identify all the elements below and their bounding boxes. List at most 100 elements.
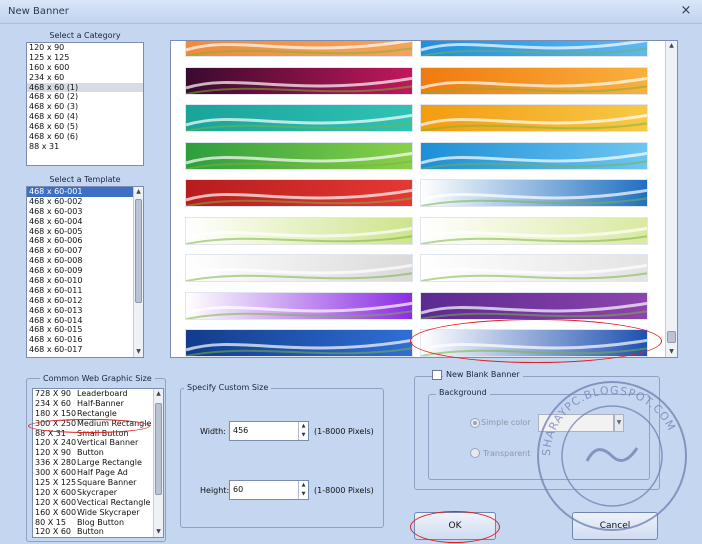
category-item[interactable]: 468 x 60 (2) <box>27 92 143 102</box>
template-item[interactable]: 468 x 60-007 <box>27 246 133 256</box>
common-size-item[interactable]: 728 X 90 Leaderboard <box>33 389 153 399</box>
common-size-item[interactable]: 125 X 125Square Banner <box>33 478 153 488</box>
scroll-thumb[interactable] <box>135 199 142 303</box>
common-size-name: Blog Button <box>77 517 125 527</box>
banner-template-thumbnail[interactable] <box>185 41 413 57</box>
banner-template-thumbnail[interactable] <box>420 179 648 207</box>
gallery-scroll-thumb[interactable] <box>667 331 676 343</box>
banner-template-thumbnail[interactable] <box>420 141 648 170</box>
template-list[interactable]: 468 x 60-001 468 x 60-002 468 x 60-003 468 … <box>26 186 144 358</box>
width-label: Width: <box>200 427 226 436</box>
gallery-scroll-down-icon[interactable]: ▼ <box>666 347 677 357</box>
common-size-item[interactable]: 120 X 240Vertical Banner <box>33 438 153 448</box>
category-item[interactable]: 468 x 60 (6) <box>27 132 143 142</box>
banner-template-thumbnail[interactable] <box>185 254 413 282</box>
banner-template-thumbnail[interactable] <box>185 291 413 320</box>
category-item[interactable]: 468 x 60 (3) <box>27 102 143 112</box>
banner-template-thumbnail[interactable] <box>185 329 413 357</box>
simple-color-radio[interactable] <box>470 418 480 428</box>
banner-template-thumbnail[interactable] <box>420 291 648 320</box>
common-size-item[interactable]: 160 X 600Wide Skycraper <box>33 508 153 518</box>
template-item[interactable]: 468 x 60-011 <box>27 286 133 296</box>
common-size-item[interactable]: 120 X 90 Button <box>33 448 153 458</box>
banner-template-thumbnail[interactable] <box>420 104 648 132</box>
common-size-item[interactable]: 300 X 600Half Page Ad <box>33 468 153 478</box>
width-range: (1-8000 Pixels) <box>314 427 374 436</box>
banner-template-thumbnail[interactable] <box>420 66 648 95</box>
banner-template-thumbnail[interactable] <box>185 141 413 170</box>
category-item[interactable]: 468 x 60 (4) <box>27 112 143 122</box>
template-item[interactable]: 468 x 60-008 <box>27 256 133 266</box>
new-blank-banner-label[interactable]: New Blank Banner <box>443 370 523 379</box>
template-item[interactable]: 468 x 60-010 <box>27 276 133 286</box>
background-legend: Background <box>436 388 490 397</box>
category-item[interactable]: 468 x 60 (5) <box>27 122 143 132</box>
banner-template-thumbnail[interactable] <box>185 216 413 245</box>
banner-template-thumbnail[interactable] <box>185 104 413 132</box>
gallery-scroll-up-icon[interactable]: ▲ <box>666 41 677 51</box>
category-item[interactable]: 125 x 125 <box>27 53 143 63</box>
close-icon[interactable]: × <box>678 3 694 19</box>
common-size-item[interactable]: 120 X 600Skycraper <box>33 488 153 498</box>
template-item[interactable]: 468 x 60-013 <box>27 306 133 316</box>
banner-template-thumbnail[interactable] <box>420 216 648 245</box>
category-item[interactable]: 234 x 60 <box>27 73 143 83</box>
category-item[interactable]: 120 x 90 <box>27 43 143 53</box>
template-item[interactable]: 468 x 60-009 <box>27 266 133 276</box>
template-gallery[interactable]: ▲ ▼ <box>170 40 678 358</box>
banner-template-thumbnail[interactable] <box>185 179 413 207</box>
height-down-icon[interactable]: ▼ <box>299 490 308 499</box>
banner-template-thumbnail[interactable] <box>420 254 648 282</box>
common-size-item[interactable]: 80 X 15 Blog Button <box>33 518 153 528</box>
height-up-icon[interactable]: ▲ <box>299 481 308 490</box>
height-value[interactable]: 60 <box>233 485 243 494</box>
common-size-list[interactable]: 728 X 90 Leaderboard 234 X 60 Half-Banner 18… <box>32 388 164 538</box>
common-scroll-thumb[interactable] <box>155 403 162 495</box>
watermark-url: SHARAYPC.BLOGSPOT.COM <box>540 384 677 456</box>
template-scrollbar[interactable]: ▲ ▼ <box>133 187 143 357</box>
blog-watermark-stamp: SHARAYPC.BLOGSPOT.COM <box>537 381 687 531</box>
template-item[interactable]: 468 x 60-005 <box>27 227 133 237</box>
category-item[interactable]: 160 x 600 <box>27 63 143 73</box>
width-value[interactable]: 456 <box>233 426 248 435</box>
simple-color-label: Simple color <box>481 418 531 427</box>
scroll-up-icon[interactable]: ▲ <box>134 187 143 197</box>
template-item[interactable]: 468 x 60-003 <box>27 207 133 217</box>
scroll-down-icon[interactable]: ▼ <box>134 347 143 357</box>
template-item[interactable]: 468 x 60-012 <box>27 296 133 306</box>
template-item[interactable]: 468 x 60-002 <box>27 197 133 207</box>
common-scrollbar[interactable]: ▲ ▼ <box>153 389 163 537</box>
height-stepper[interactable]: 60 ▲ ▼ <box>229 480 309 500</box>
template-item[interactable]: 468 x 60-016 <box>27 335 133 345</box>
category-item[interactable]: 88 x 31 <box>27 142 143 152</box>
common-size-item[interactable]: 120 X 600Vectical Rectangle <box>33 498 153 508</box>
banner-template-thumbnail[interactable] <box>420 41 648 57</box>
common-scroll-up-icon[interactable]: ▲ <box>154 389 163 399</box>
width-up-icon[interactable]: ▲ <box>299 422 308 431</box>
ok-button[interactable]: OK <box>414 512 496 540</box>
template-item[interactable]: 468 x 60-006 <box>27 236 133 246</box>
banner-template-thumbnail[interactable] <box>185 66 413 95</box>
template-item[interactable]: 468 x 60-004 <box>27 217 133 227</box>
banner-template-thumbnail[interactable] <box>420 329 648 357</box>
common-scroll-down-icon[interactable]: ▼ <box>154 527 163 537</box>
common-size-item[interactable]: 300 X 250Medium Rectangle <box>33 419 153 429</box>
transparent-radio[interactable] <box>470 448 480 458</box>
template-item[interactable]: 468 x 60-017 <box>27 345 133 355</box>
new-blank-banner-checkbox[interactable] <box>432 370 442 380</box>
template-item[interactable]: 468 x 60-001 <box>27 187 133 197</box>
template-item[interactable]: 468 x 60-015 <box>27 325 133 335</box>
width-stepper[interactable]: 456 ▲ ▼ <box>229 421 309 441</box>
common-size-item[interactable]: 234 X 60 Half-Banner <box>33 399 153 409</box>
width-down-icon[interactable]: ▼ <box>299 431 308 440</box>
common-size-item[interactable]: 180 X 150Rectangle <box>33 409 153 419</box>
category-list[interactable]: 120 x 90 125 x 125 160 x 600 234 x 60 468 x … <box>26 42 144 166</box>
common-size-item[interactable]: 336 X 280Large Rectangle <box>33 458 153 468</box>
common-size-item[interactable]: 120 X 60 Button <box>33 527 153 537</box>
category-item[interactable]: 468 x 60 (1) <box>27 82 143 93</box>
template-caption: Select a Template <box>49 175 121 184</box>
common-size-item[interactable]: 88 X 31 Small Button <box>33 429 153 439</box>
height-range: (1-8000 Pixels) <box>314 486 374 495</box>
gallery-scrollbar[interactable]: ▲ ▼ <box>665 41 677 357</box>
template-item[interactable]: 468 x 60-014 <box>27 316 133 326</box>
